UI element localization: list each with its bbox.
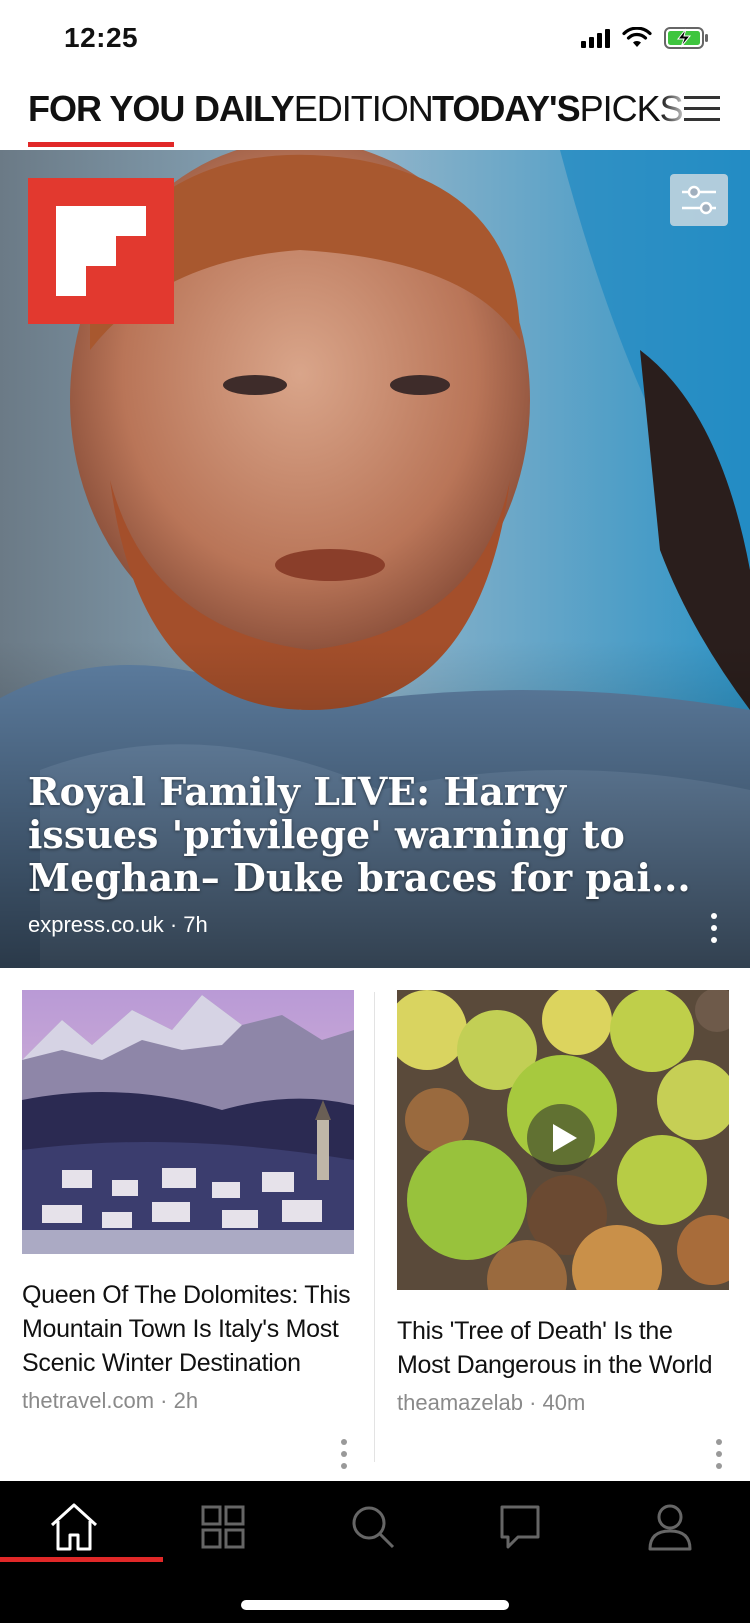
video-play-icon[interactable] bbox=[527, 1104, 595, 1172]
active-nav-indicator bbox=[0, 1557, 163, 1562]
status-time: 12:25 bbox=[64, 22, 139, 53]
tab-for-you-label: FOR YOU bbox=[28, 88, 185, 129]
more-options-icon[interactable] bbox=[702, 910, 726, 946]
home-indicator[interactable] bbox=[241, 1600, 509, 1610]
flipboard-logo bbox=[28, 178, 174, 324]
card-divider bbox=[374, 992, 375, 1462]
more-options-icon[interactable] bbox=[334, 1436, 354, 1472]
status-bar: 12:25 bbox=[0, 0, 750, 80]
battery-charging-icon bbox=[664, 27, 708, 49]
hamburger-menu-icon[interactable] bbox=[682, 94, 722, 124]
wifi-icon bbox=[622, 27, 652, 47]
hero-story[interactable]: Royal Family LIVE: Harry issues 'privile… bbox=[0, 150, 750, 968]
profile-icon[interactable] bbox=[640, 1497, 700, 1557]
search-icon[interactable] bbox=[343, 1497, 403, 1557]
hero-source-meta: express.co.uk · 7h bbox=[28, 912, 208, 937]
tab-daily-edition-bold: DAILY bbox=[194, 88, 295, 129]
tab-todays-picks[interactable]: TODAY'SPICKS bbox=[432, 88, 684, 130]
card-headline[interactable]: This 'Tree of Death' Is the Most Dangero… bbox=[397, 1314, 729, 1382]
tab-daily-edition-thin: EDITION bbox=[293, 88, 434, 129]
story-card[interactable]: This 'Tree of Death' Is the Most Dangero… bbox=[397, 990, 729, 1469]
card-source-meta: theamazelab · 40m bbox=[397, 1390, 586, 1415]
tab-daily-edition[interactable]: DAILYEDITION bbox=[194, 88, 434, 130]
card-image-dolomites bbox=[22, 990, 354, 1254]
home-icon[interactable] bbox=[44, 1497, 104, 1557]
tab-for-you[interactable]: FOR YOU bbox=[28, 88, 185, 130]
top-tabs: FOR YOU DAILYEDITION TODAY'SPICKS bbox=[0, 80, 750, 150]
card-image-fruit bbox=[397, 990, 729, 1290]
grid-icon[interactable] bbox=[193, 1497, 253, 1557]
story-cards: Queen Of The Dolomites: This Mountain To… bbox=[0, 968, 750, 1480]
card-headline[interactable]: Queen Of The Dolomites: This Mountain To… bbox=[22, 1278, 354, 1380]
chat-icon[interactable] bbox=[490, 1497, 550, 1557]
hero-headline[interactable]: Royal Family LIVE: Harry issues 'privile… bbox=[28, 770, 708, 899]
active-tab-indicator bbox=[28, 142, 174, 147]
status-icons bbox=[581, 26, 710, 50]
story-card[interactable]: Queen Of The Dolomites: This Mountain To… bbox=[22, 990, 354, 1469]
tab-todays-picks-bold: TODAY'S bbox=[432, 88, 581, 129]
more-options-icon[interactable] bbox=[709, 1436, 729, 1472]
signal-icon bbox=[581, 28, 610, 48]
customize-settings-icon[interactable] bbox=[670, 174, 728, 226]
card-source-meta: thetravel.com · 2h bbox=[22, 1388, 199, 1413]
